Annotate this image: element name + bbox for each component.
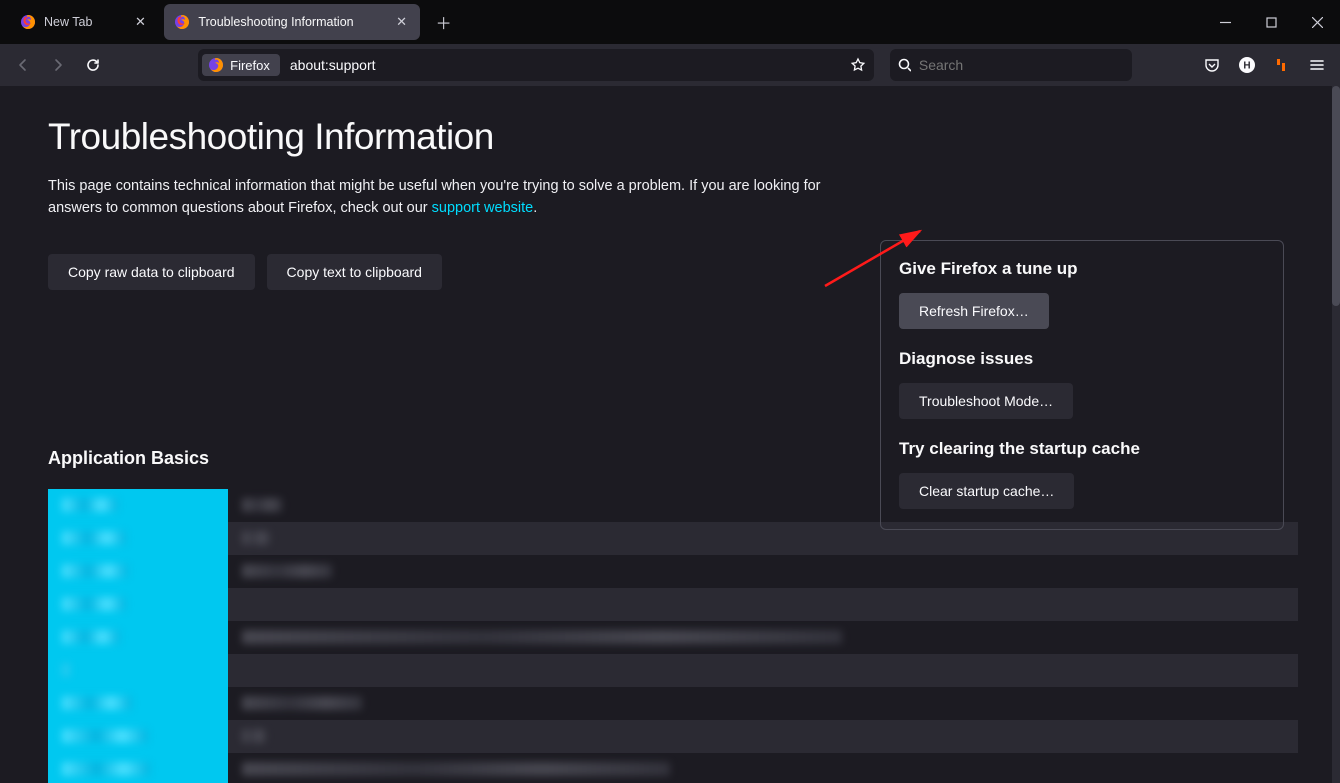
searchbar[interactable] <box>890 49 1132 81</box>
table-row <box>48 555 1298 588</box>
copy-raw-button[interactable]: Copy raw data to clipboard <box>48 254 255 290</box>
table-row <box>48 654 1298 687</box>
scrollbar[interactable] <box>1332 86 1340 783</box>
troubleshoot-mode-button[interactable]: Troubleshoot Mode… <box>899 383 1073 419</box>
back-button[interactable] <box>8 49 39 81</box>
reload-button[interactable] <box>78 49 109 81</box>
table-row <box>48 720 1298 753</box>
url-text: about:support <box>290 57 842 73</box>
minimize-button[interactable] <box>1202 0 1248 44</box>
close-icon[interactable]: ✕ <box>132 14 148 30</box>
tab-title: Troubleshooting Information <box>198 15 353 29</box>
account-icon[interactable]: H <box>1231 49 1262 81</box>
app-menu-icon[interactable] <box>1301 49 1332 81</box>
toolbar: Firefox about:support H <box>0 44 1340 86</box>
urlbar[interactable]: Firefox about:support <box>198 49 874 81</box>
window-controls <box>1202 0 1340 44</box>
svg-text:H: H <box>1243 61 1250 72</box>
intro-text: This page contains technical information… <box>48 176 858 220</box>
firefox-icon <box>174 14 190 30</box>
tuneup-title: Give Firefox a tune up <box>899 259 1265 279</box>
titlebar: New Tab ✕ Troubleshooting Information ✕ … <box>0 0 1340 44</box>
tab-title: New Tab <box>44 15 92 29</box>
cache-title: Try clearing the startup cache <box>899 439 1265 459</box>
search-icon <box>898 58 911 72</box>
forward-button[interactable] <box>43 49 74 81</box>
firefox-icon <box>208 57 224 73</box>
page-title: Troubleshooting Information <box>48 116 1284 158</box>
support-link[interactable]: support website <box>432 200 534 216</box>
table-row <box>48 588 1298 621</box>
search-input[interactable] <box>919 57 1124 73</box>
table-row <box>48 621 1298 654</box>
table-row <box>48 687 1298 720</box>
maximize-button[interactable] <box>1248 0 1294 44</box>
extension-icon[interactable] <box>1266 49 1297 81</box>
firefox-icon <box>20 14 36 30</box>
identity-box[interactable]: Firefox <box>202 54 280 76</box>
tab-new-tab[interactable]: New Tab ✕ <box>10 4 158 40</box>
identity-label: Firefox <box>230 58 270 73</box>
diagnose-title: Diagnose issues <box>899 349 1265 369</box>
close-icon[interactable]: ✕ <box>394 14 410 30</box>
copy-text-button[interactable]: Copy text to clipboard <box>267 254 442 290</box>
clear-cache-button[interactable]: Clear startup cache… <box>899 473 1074 509</box>
new-tab-button[interactable]: ＋ <box>430 8 458 36</box>
bookmark-star-icon[interactable] <box>842 49 874 81</box>
table-row <box>48 753 1298 783</box>
scrollbar-thumb[interactable] <box>1332 86 1340 306</box>
basics-table <box>48 489 1298 783</box>
pocket-icon[interactable] <box>1196 49 1227 81</box>
close-window-button[interactable] <box>1294 0 1340 44</box>
refresh-firefox-button[interactable]: Refresh Firefox… <box>899 293 1049 329</box>
tab-troubleshooting[interactable]: Troubleshooting Information ✕ <box>164 4 419 40</box>
content-area: Troubleshooting Information This page co… <box>0 86 1332 783</box>
sidepanel: Give Firefox a tune up Refresh Firefox… … <box>880 240 1284 530</box>
